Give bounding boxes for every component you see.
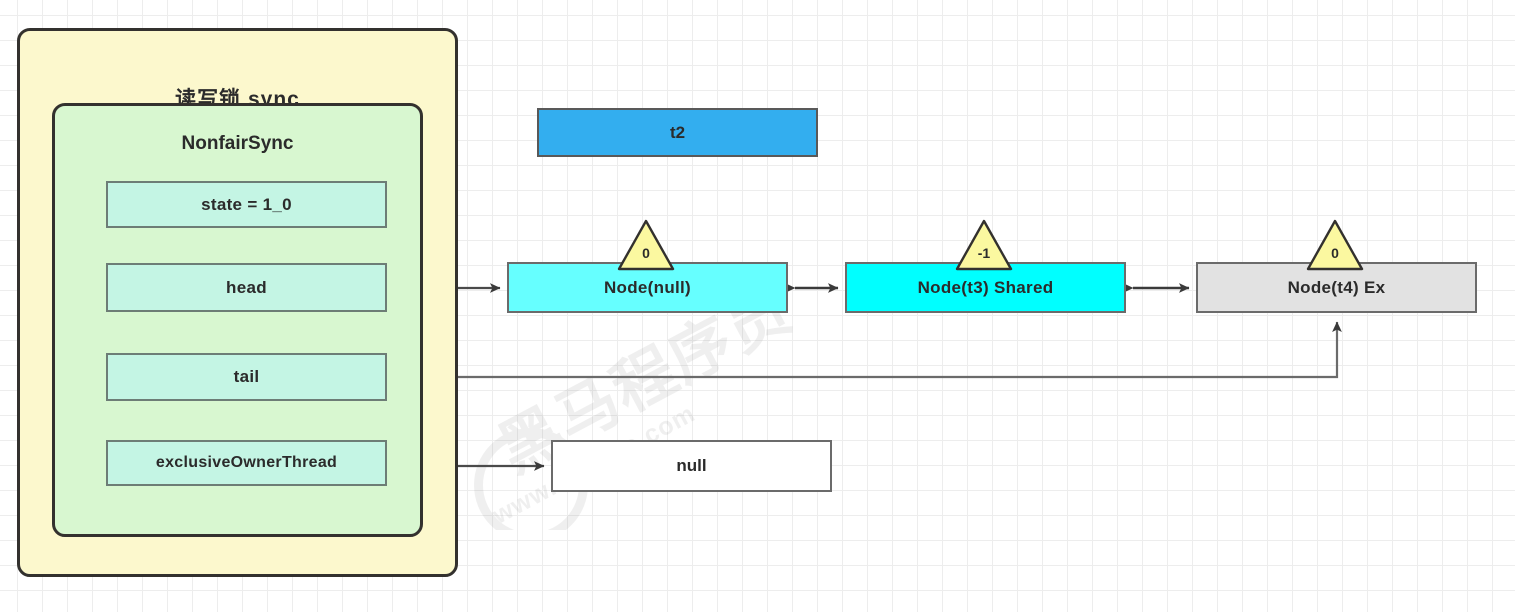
field-tail: tail [106, 353, 387, 401]
field-state-label: state = 1_0 [201, 194, 292, 214]
diagram-canvas: 黑马程序员 www.itheima.com [0, 0, 1515, 612]
panel-title-nonfairsync: NonfairSync [181, 133, 294, 154]
field-head: head [106, 263, 387, 312]
thread-box-t2-label: t2 [669, 122, 686, 142]
null-value-box: null [551, 440, 832, 492]
field-exclusive-owner-thread: exclusiveOwnerThread [106, 440, 387, 486]
waitstatus-triangle-exclusive: 0 [1306, 219, 1364, 271]
waitstatus-exclusive-label: 0 [1331, 245, 1339, 261]
connector-tail-to-node-ex [387, 321, 1342, 379]
field-tail-label: tail [233, 367, 260, 386]
field-head-label: head [226, 277, 267, 297]
thread-box-t2: t2 [537, 108, 818, 157]
waitstatus-shared-label: -1 [977, 245, 991, 261]
field-state: state = 1_0 [106, 181, 387, 228]
watermark: 黑马程序员 www.itheima.com [470, 300, 910, 530]
field-exclusive-owner-thread-label: exclusiveOwnerThread [155, 454, 338, 471]
waitstatus-triangle-head: 0 [617, 219, 675, 271]
waitstatus-head-label: 0 [642, 245, 650, 261]
waitstatus-triangle-shared: -1 [955, 219, 1013, 271]
node-box-shared-label: Node(t3) Shared [917, 277, 1054, 297]
node-box-head-label: Node(null) [603, 277, 692, 297]
node-box-exclusive-label: Node(t4) Ex [1287, 277, 1386, 297]
null-value-label: null [676, 456, 707, 475]
